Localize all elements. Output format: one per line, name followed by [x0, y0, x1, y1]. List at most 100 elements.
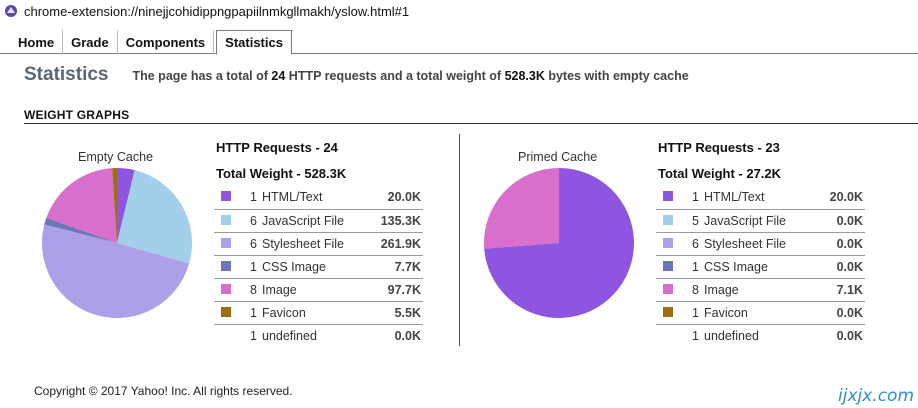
copyright-footer: Copyright © 2017 Yahoo! Inc. All rights … [34, 384, 293, 398]
tab-statistics[interactable]: Statistics [216, 30, 292, 55]
legend-swatch-cell [214, 324, 240, 347]
tab-components[interactable]: Components [118, 30, 215, 54]
tab-grade[interactable]: Grade [63, 30, 118, 54]
table-row: 6 Stylesheet File 0.0K [656, 232, 865, 256]
table-row: 1 undefined 0.0K [656, 324, 865, 347]
empty-cache-label: Empty Cache [78, 150, 154, 164]
column-divider [459, 134, 460, 346]
row-weight: 7.1K [816, 278, 865, 302]
row-type: CSS Image [704, 255, 817, 279]
description-suffix: bytes with empty cache [544, 69, 689, 83]
legend-swatch [663, 260, 673, 271]
statistics-description: The page has a total of 24 HTTP requests… [132, 69, 688, 83]
total-requests-value: 24 [271, 69, 286, 83]
row-count: 6 [682, 232, 704, 256]
primed-weight-summary: Total Weight - 27.2K [658, 166, 782, 181]
section-divider [24, 123, 918, 124]
statistics-header: Statistics The page has a total of 24 HT… [24, 64, 689, 86]
row-type: undefined [704, 328, 759, 343]
legend-swatch-cell [214, 186, 240, 210]
row-weight: 0.0K [816, 301, 865, 325]
legend-swatch [221, 191, 231, 202]
legend-swatch [663, 237, 673, 248]
table-row: 8 Image 7.1K [656, 278, 865, 302]
legend-swatch [663, 283, 673, 294]
row-count: 1 [682, 186, 704, 210]
row-weight: 5.5K [368, 301, 423, 325]
row-count: 8 [240, 278, 262, 302]
description-prefix: The page has a total of [132, 69, 272, 83]
row-count: 1 [240, 186, 262, 210]
empty-weight-summary: Total Weight - 528.3K [216, 166, 347, 181]
row-type: Image [704, 278, 817, 302]
total-weight-value: 528.3K [504, 69, 545, 83]
legend-swatch-cell [214, 209, 240, 233]
table-row: 1 HTML/Text 20.0K [214, 186, 423, 210]
row-type: HTML/Text [704, 186, 817, 210]
row-count: 1 [682, 255, 704, 279]
legend-swatch-cell [656, 301, 682, 325]
row-type: Image [262, 278, 369, 302]
row-weight: 0.0K [816, 255, 865, 279]
table-row: 6 JavaScript File 135.3K [214, 209, 423, 233]
table-row: 1 CSS Image 7.7K [214, 255, 423, 279]
primed-cache-label: Primed Cache [518, 150, 598, 164]
description-middle: HTTP requests and a total weight of [285, 69, 505, 83]
row-type: CSS Image [262, 255, 369, 279]
legend-swatch-cell [656, 255, 682, 279]
row-weight: 0.0K [836, 328, 863, 343]
page-title: Statistics [24, 64, 109, 85]
table-row: 1 HTML/Text 20.0K [656, 186, 865, 210]
tab-bar: Home Grade Components Statistics [10, 30, 292, 55]
row-type: Stylesheet File [262, 232, 369, 256]
tab-home[interactable]: Home [10, 30, 64, 54]
row-weight: 20.0K [816, 186, 865, 210]
empty-requests-summary: HTTP Requests - 24 [216, 140, 338, 155]
row-count: 1 [240, 255, 262, 279]
empty-cache-pie [41, 168, 192, 319]
legend-swatch [221, 283, 231, 294]
table-row: 1 Favicon 5.5K [214, 301, 423, 325]
row-weight: 0.0K [816, 232, 865, 256]
row-count: 6 [240, 232, 262, 256]
row-count: 8 [682, 278, 704, 302]
table-row: 1 Favicon 0.0K [656, 301, 865, 325]
extension-icon [5, 5, 17, 17]
row-weight: 0.0K [816, 209, 865, 233]
row-weight: 7.7K [368, 255, 423, 279]
row-type: Favicon [262, 301, 369, 325]
table-row: 8 Image 97.7K [214, 278, 423, 302]
title-bar: chrome-extension://ninejjcohidippngpapii… [0, 0, 918, 22]
watermark: ijxjx.com [838, 386, 915, 406]
row-count: 5 [682, 209, 704, 233]
legend-swatch [663, 191, 673, 202]
section-title: WEIGHT GRAPHS [24, 108, 130, 122]
row-weight: 135.3K [368, 209, 423, 233]
table-row: 5 JavaScript File 0.0K [656, 209, 865, 233]
legend-swatch [221, 306, 231, 317]
row-count: 6 [240, 209, 262, 233]
row-weight: 261.9K [368, 232, 423, 256]
row-type: Favicon [704, 301, 817, 325]
legend-swatch [221, 260, 231, 271]
row-count: 1 [240, 301, 262, 325]
primed-requests-summary: HTTP Requests - 23 [658, 140, 780, 155]
primed-cache-table: 1 HTML/Text 20.0K 5 JavaScript File 0.0K 6 Styl… [656, 186, 865, 347]
legend-swatch [663, 306, 673, 317]
legend-swatch-cell [656, 232, 682, 256]
legend-swatch [221, 214, 231, 225]
primed-cache-pie [484, 168, 634, 318]
legend-swatch-cell [656, 209, 682, 233]
row-weight: 20.0K [368, 186, 423, 210]
row-weight: 97.7K [368, 278, 423, 302]
table-row: 1 undefined 0.0K [214, 324, 423, 347]
legend-swatch-cell [214, 278, 240, 302]
legend-swatch [221, 237, 231, 248]
table-row: 6 Stylesheet File 261.9K [214, 232, 423, 256]
row-count: 1 [692, 328, 699, 343]
row-type: JavaScript File [704, 209, 817, 233]
legend-swatch [663, 214, 673, 225]
row-count: 1 [682, 301, 704, 325]
legend-swatch-cell [214, 232, 240, 256]
row-type: HTML/Text [262, 186, 369, 210]
